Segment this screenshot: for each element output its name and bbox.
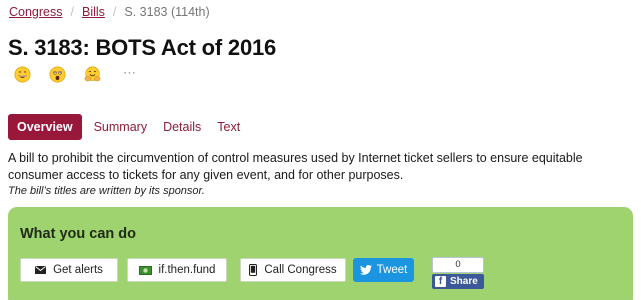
sponsor-note: The bill’s titles are written by its spo… <box>8 185 205 197</box>
tab-overview[interactable]: Overview <box>8 114 82 140</box>
tab-details[interactable]: Details <box>155 114 209 140</box>
phone-icon <box>249 264 258 276</box>
facebook-share-button[interactable]: f Share <box>432 274 484 289</box>
tab-summary[interactable]: Summary <box>86 114 155 140</box>
if-then-fund-label: if.then.fund <box>158 264 216 276</box>
call-congress-label: Call Congress <box>264 264 337 276</box>
breadcrumb: Congress / Bills / S. 3183 (114th) <box>9 5 210 19</box>
breadcrumb-separator: / <box>70 5 74 19</box>
envelope-icon <box>35 266 47 274</box>
twitter-bird-icon <box>359 265 372 275</box>
tab-text[interactable]: Text <box>209 114 248 140</box>
facebook-share-widget[interactable]: 0 f Share <box>432 257 484 289</box>
get-alerts-label: Get alerts <box>53 264 103 276</box>
bill-tabs: Overview Summary Details Text <box>8 114 248 140</box>
hugging-face-icon[interactable] <box>84 66 101 83</box>
grinning-face-icon[interactable] <box>14 66 31 83</box>
bill-summary: A bill to prohibit the circumvention of … <box>8 151 583 182</box>
breadcrumb-congress[interactable]: Congress <box>9 5 63 19</box>
facebook-share-count: 0 <box>432 257 484 273</box>
astonished-face-icon[interactable] <box>49 66 66 83</box>
if-then-fund-button[interactable]: if.then.fund <box>127 258 227 282</box>
get-alerts-button[interactable]: Get alerts <box>20 258 118 282</box>
breadcrumb-current: S. 3183 (114th) <box>124 5 210 19</box>
breadcrumb-bills[interactable]: Bills <box>82 5 105 19</box>
money-icon <box>138 265 152 275</box>
call-congress-button[interactable]: Call Congress <box>240 258 346 282</box>
reactions-bar: ⋯ <box>14 65 137 83</box>
tweet-label: Tweet <box>376 264 408 276</box>
tweet-button[interactable]: Tweet <box>353 258 414 282</box>
action-heading: What you can do <box>20 226 136 242</box>
facebook-icon: f <box>435 276 446 287</box>
more-reactions-icon[interactable]: ⋯ <box>123 65 137 81</box>
action-box: What you can do Get alerts if.then.fund … <box>8 207 633 300</box>
page-title: S. 3183: BOTS Act of 2016 <box>8 35 277 60</box>
breadcrumb-separator: / <box>112 5 117 19</box>
facebook-share-label: Share <box>450 276 478 287</box>
